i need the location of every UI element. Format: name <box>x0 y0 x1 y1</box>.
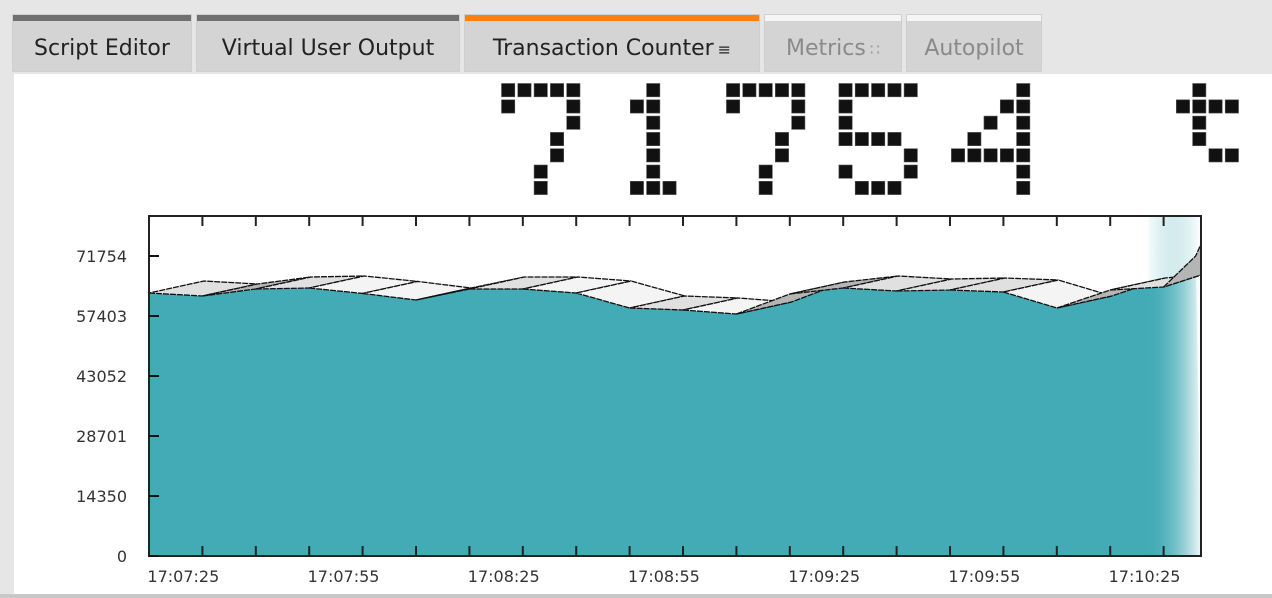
counter-dot <box>967 132 982 146</box>
counter-dot <box>775 132 789 146</box>
counter-dot <box>1016 83 1031 98</box>
counter-dot <box>1224 148 1239 163</box>
counter-glyph-7 <box>726 83 806 195</box>
counter-dot <box>854 181 869 195</box>
tpm-counter-display <box>501 83 1239 195</box>
counter-dot <box>726 83 741 98</box>
counter-dot <box>662 181 677 195</box>
counter-dot <box>1176 99 1190 114</box>
counter-dot <box>887 132 902 146</box>
counter-dot <box>566 99 581 114</box>
counter-dot <box>871 132 886 146</box>
counter-dot <box>501 99 516 114</box>
x-tick-label: 17:07:25 <box>147 567 219 586</box>
counter-dot <box>1016 148 1031 163</box>
counter-dot <box>967 148 982 163</box>
counter-dot <box>1016 132 1031 146</box>
counter-dot <box>517 83 532 98</box>
counter-dot <box>838 83 853 98</box>
counter-dot <box>903 148 918 163</box>
y-tick-label: 43052 <box>76 367 127 386</box>
x-tick-label: 17:10:25 <box>1109 567 1181 586</box>
counter-dot <box>533 164 548 179</box>
counter-dot <box>1224 99 1239 114</box>
counter-dot <box>1016 99 1031 114</box>
counter-glyph-4 <box>951 83 1031 195</box>
counter-glyph-1 <box>629 83 677 195</box>
counter-dot <box>791 83 806 98</box>
counter-dot <box>838 99 853 114</box>
counter-dot <box>903 83 918 98</box>
counter-dot <box>887 181 902 195</box>
counter-dot <box>871 181 886 195</box>
y-tick-label: 71754 <box>76 247 127 266</box>
counter-dot <box>951 148 965 163</box>
y-tick-label: 57403 <box>76 307 127 326</box>
counter-dot <box>742 83 757 98</box>
counter-dot <box>1208 99 1223 114</box>
counter-dot <box>854 132 869 146</box>
counter-glyph-7 <box>501 83 581 195</box>
counter-dot <box>566 115 581 130</box>
counter-dot <box>1192 99 1207 114</box>
counter-dot <box>887 83 902 98</box>
counter-dot <box>629 99 644 114</box>
counter-dot <box>854 83 869 98</box>
counter-dot <box>646 115 661 130</box>
counter-glyph-t <box>1176 83 1239 163</box>
counter-dot <box>758 83 773 98</box>
counter-dot <box>1192 115 1207 130</box>
counter-dot <box>726 99 741 114</box>
counter-dot <box>758 164 773 179</box>
y-tick-label: 0 <box>117 547 127 566</box>
counter-dot <box>646 164 661 179</box>
y-tick-label: 14350 <box>76 487 127 506</box>
counter-dot <box>758 181 773 195</box>
counter-dot <box>838 132 853 146</box>
counter-dot <box>646 83 661 98</box>
counter-dot <box>566 83 581 98</box>
counter-dot <box>646 99 661 114</box>
plot-area: 0 14350 28701 43052 57403 71754 17:07:25 17:07:… <box>76 215 1202 586</box>
counter-dot <box>533 181 548 195</box>
counter-dot <box>1016 115 1031 130</box>
counter-dot <box>629 181 644 195</box>
counter-dot <box>999 99 1014 114</box>
counter-dot <box>838 164 853 179</box>
counter-dot <box>1192 132 1207 146</box>
counter-dot <box>775 148 789 163</box>
counter-dot <box>903 164 918 179</box>
x-tick-label: 17:08:55 <box>628 567 700 586</box>
counter-dot <box>791 115 806 130</box>
counter-dot <box>646 132 661 146</box>
counter-dot <box>1016 181 1031 195</box>
counter-dot <box>983 148 998 163</box>
x-tick-label: 17:07:55 <box>308 567 380 586</box>
counter-dot <box>646 148 661 163</box>
counter-dot <box>871 83 886 98</box>
transaction-counter-chart: 0 14350 28701 43052 57403 71754 17:07:25 17:07:… <box>76 83 1239 586</box>
x-tick-label: 17:09:25 <box>788 567 860 586</box>
counter-dot <box>775 83 789 98</box>
counter-dot <box>983 115 998 130</box>
counter-dot <box>791 99 806 114</box>
counter-dot <box>1192 83 1207 98</box>
counter-dot <box>999 148 1014 163</box>
counter-dot <box>550 132 565 146</box>
x-tick-label: 17:09:55 <box>948 567 1020 586</box>
counter-dot <box>550 83 565 98</box>
counter-glyph-5 <box>838 83 918 195</box>
y-tick-label: 28701 <box>76 427 127 446</box>
counter-dot <box>646 181 661 195</box>
counter-dot <box>501 83 516 98</box>
counter-dot <box>550 148 565 163</box>
counter-dot <box>1016 164 1031 179</box>
counter-dot <box>1208 148 1223 163</box>
x-tick-label: 17:08:25 <box>468 567 540 586</box>
counter-dot <box>533 83 548 98</box>
counter-dot <box>838 115 853 130</box>
